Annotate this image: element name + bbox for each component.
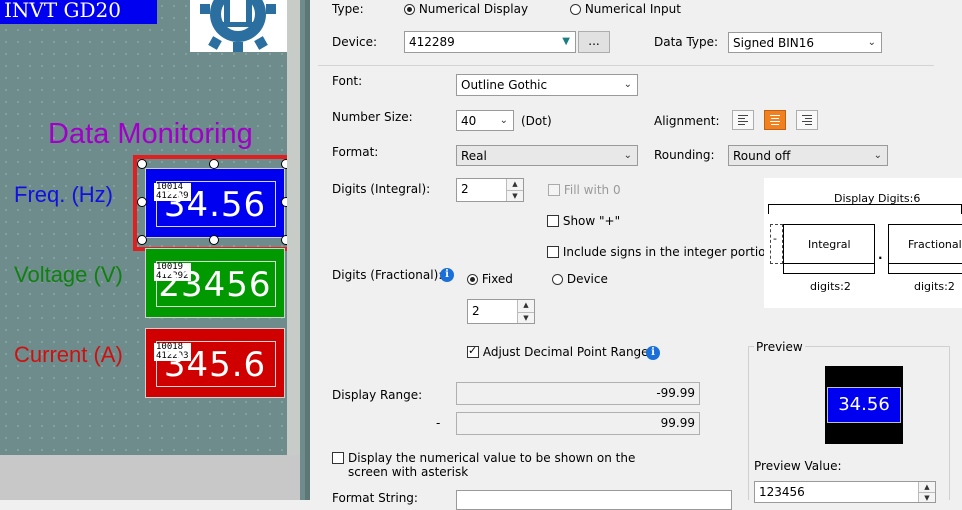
format-string-label: Format String: <box>332 491 418 505</box>
digits-diagram: Display Digits:6 - Integral . Fractional… <box>764 178 962 308</box>
resize-handle[interactable] <box>209 235 219 245</box>
preview-frame: 34.56 <box>825 366 903 444</box>
display-range-label: Display Range: <box>332 388 423 402</box>
format-string-field[interactable] <box>456 490 732 510</box>
radio-icon <box>404 4 415 15</box>
decimal-point: . <box>878 248 883 262</box>
preview-label: Preview <box>754 340 805 354</box>
browse-device-button[interactable]: ... <box>578 31 610 53</box>
device-combo[interactable]: 412289 ▼ <box>404 31 576 53</box>
device-label: Device: <box>332 35 378 49</box>
dropdown-arrow-icon: ▼ <box>562 36 570 47</box>
canvas-vertical-scrollbar[interactable] <box>287 0 300 455</box>
checkbox-icon <box>332 452 344 464</box>
number-size-label: Number Size: <box>332 110 413 124</box>
fractional-digit-count: digits:2 <box>914 280 955 293</box>
canvas-horizontal-scrollbar[interactable] <box>0 455 305 500</box>
freq-label: Freq. (Hz) <box>14 182 113 207</box>
alignment-label: Alignment: <box>654 114 720 128</box>
preview-value-label: Preview Value: <box>754 459 842 473</box>
spinner-arrows-icon[interactable]: ▲ ▼ <box>517 300 534 323</box>
number-size-unit: (Dot) <box>521 114 552 128</box>
range-min-field[interactable]: -99.99 <box>456 382 700 405</box>
include-signs-checkbox[interactable]: Include signs in the integer portion <box>547 245 773 259</box>
fractional-label: Fractional <box>908 238 962 251</box>
chevron-down-icon: ⌄ <box>499 115 508 126</box>
resize-handle[interactable] <box>137 235 147 245</box>
adjust-decimal-checkbox[interactable]: Adjust Decimal Point Range <box>467 344 649 359</box>
type-radio-numerical-input[interactable]: Numerical Input <box>570 2 681 16</box>
preview-value-display: 34.56 <box>827 387 901 423</box>
fractional-radio-fixed[interactable]: Fixed <box>467 272 513 286</box>
gear-logo-icon[interactable] <box>190 0 287 52</box>
spinner-arrows-icon[interactable]: ▲ ▼ <box>918 482 935 502</box>
radio-icon <box>467 274 478 285</box>
screen-canvas[interactable]: INVT GD20 Data Monitoring Freq. (Hz) 100… <box>0 0 287 455</box>
current-numeric-display[interactable]: 10018 412293 345.6 <box>145 328 285 398</box>
range-max-field[interactable]: 99.99 <box>456 412 700 435</box>
voltage-numeric-display[interactable]: 10019 412292 23456 <box>145 248 285 318</box>
resize-handle[interactable] <box>137 197 147 207</box>
checkbox-icon <box>467 344 479 358</box>
radio-icon <box>570 4 581 15</box>
font-label: Font: <box>332 74 363 88</box>
type-radio-numerical-display[interactable]: Numerical Display <box>404 2 528 16</box>
fill-with-0-checkbox[interactable]: Fill with 0 <box>548 183 621 197</box>
align-left-button[interactable] <box>732 110 754 130</box>
checkbox-icon <box>547 246 559 258</box>
digits-fractional-label: Digits (Fractional): <box>332 268 443 282</box>
number-size-select[interactable]: 40 ⌄ <box>456 110 514 131</box>
show-plus-checkbox[interactable]: Show "+" <box>547 214 620 228</box>
align-right-button[interactable] <box>796 110 818 130</box>
digits-fractional-spinner[interactable]: 2 ▲ ▼ <box>467 299 535 324</box>
radio-icon <box>552 274 563 285</box>
resize-handle[interactable] <box>137 159 147 169</box>
digits-integral-label: Digits (Integral): <box>332 182 431 196</box>
data-type-label: Data Type: <box>654 35 719 49</box>
type-label: Type: <box>332 2 364 16</box>
monitor-title: Data Monitoring <box>48 118 253 150</box>
checkbox-icon <box>547 215 559 227</box>
spinner-arrows-icon[interactable]: ▲ ▼ <box>506 179 523 201</box>
current-label: Current (A) <box>14 342 123 367</box>
fractional-radio-device[interactable]: Device <box>552 272 608 286</box>
chevron-down-icon: ⌄ <box>623 79 632 90</box>
chevron-down-icon: ⌄ <box>867 37 876 48</box>
rounding-label: Rounding: <box>654 148 715 162</box>
freq-numeric-display[interactable]: 10014 412289 34.56 <box>145 168 285 238</box>
sign-slot: - <box>773 232 777 245</box>
format-label: Format: <box>332 145 379 159</box>
voltage-value: 23456 <box>158 265 272 305</box>
align-center-button[interactable] <box>764 110 786 130</box>
divider <box>318 65 934 66</box>
info-icon[interactable]: i <box>440 268 454 282</box>
integral-digit-count: digits:2 <box>810 280 851 293</box>
font-select[interactable]: Outline Gothic ⌄ <box>456 74 638 96</box>
format-select[interactable]: Real ⌄ <box>456 145 638 166</box>
chevron-down-icon: ⌄ <box>873 150 882 161</box>
checkbox-icon <box>548 184 560 196</box>
asterisk-checkbox[interactable]: Display the numerical value to be shown … <box>332 451 667 479</box>
integral-label: Integral <box>808 238 851 251</box>
banner-title[interactable]: INVT GD20 <box>0 0 157 24</box>
digits-integral-spinner[interactable]: 2 ▲ ▼ <box>456 178 524 202</box>
info-icon[interactable]: i <box>646 346 660 360</box>
resize-handle[interactable] <box>209 159 219 169</box>
voltage-label: Voltage (V) <box>14 262 123 287</box>
range-dash: - <box>436 416 441 430</box>
data-type-select[interactable]: Signed BIN16 ⌄ <box>728 32 882 53</box>
current-value: 345.6 <box>163 345 267 385</box>
chevron-down-icon: ⌄ <box>623 150 632 161</box>
freq-value: 34.56 <box>163 185 267 225</box>
rounding-select[interactable]: Round off ⌄ <box>728 145 888 166</box>
